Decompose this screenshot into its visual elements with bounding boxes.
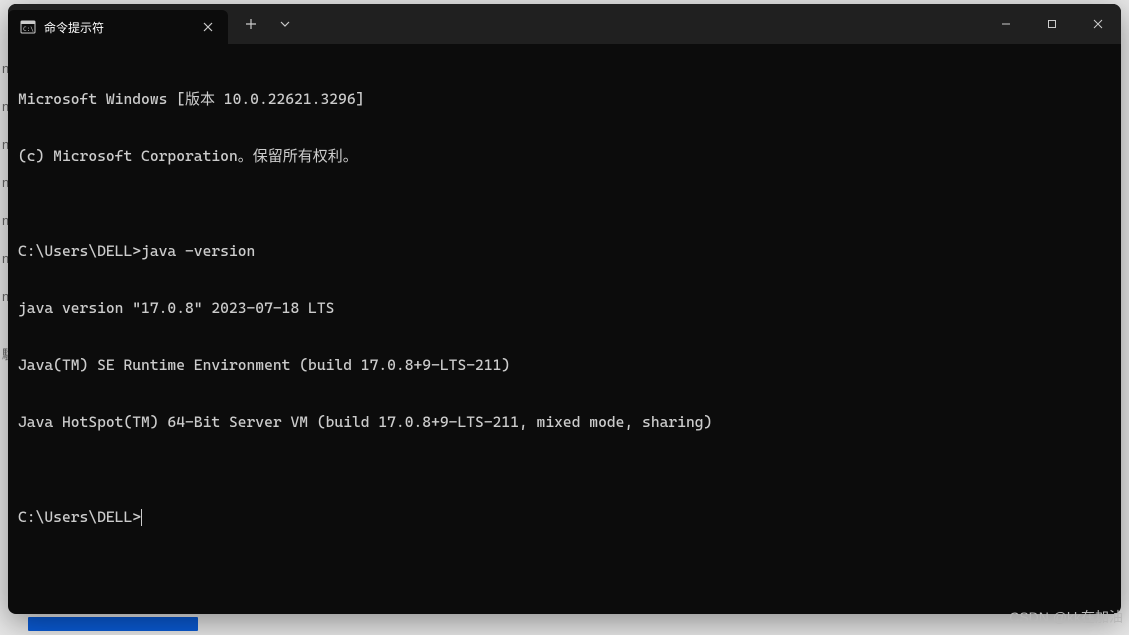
maximize-button[interactable]	[1029, 4, 1075, 44]
minimize-button[interactable]	[983, 4, 1029, 44]
tab-dropdown-button[interactable]	[270, 10, 300, 38]
tab-close-button[interactable]	[198, 17, 218, 37]
prompt-text: C:\Users\DELL>	[18, 508, 141, 526]
tab-title: 命令提示符	[44, 19, 190, 36]
output-line: Java(TM) SE Runtime Environment (build 1…	[18, 356, 1111, 375]
tab-cmd[interactable]: C:\ 命令提示符	[8, 10, 228, 44]
titlebar-drag-area[interactable]	[308, 4, 983, 44]
terminal-output[interactable]: Microsoft Windows [版本 10.0.22621.3296] (…	[8, 44, 1121, 614]
cmd-icon: C:\	[20, 19, 36, 35]
output-line: Java HotSpot(TM) 64-Bit Server VM (build…	[18, 413, 1111, 432]
prompt-line: C:\Users\DELL>	[18, 508, 1111, 527]
terminal-window: C:\ 命令提示符	[8, 4, 1121, 614]
titlebar[interactable]: C:\ 命令提示符	[8, 4, 1121, 44]
new-tab-button[interactable]	[236, 10, 266, 38]
cursor	[141, 509, 142, 526]
output-line: Microsoft Windows [版本 10.0.22621.3296]	[18, 90, 1111, 109]
background-blue-strip	[28, 617, 198, 631]
output-line: java version "17.0.8" 2023-07-18 LTS	[18, 299, 1111, 318]
window-controls	[983, 4, 1121, 44]
titlebar-actions	[228, 4, 308, 44]
output-line: (c) Microsoft Corporation。保留所有权利。	[18, 147, 1111, 166]
output-line: C:\Users\DELL>java -version	[18, 242, 1111, 261]
svg-text:C:\: C:\	[23, 26, 34, 33]
watermark: CSDN @kk在加油	[1009, 607, 1123, 627]
close-button[interactable]	[1075, 4, 1121, 44]
